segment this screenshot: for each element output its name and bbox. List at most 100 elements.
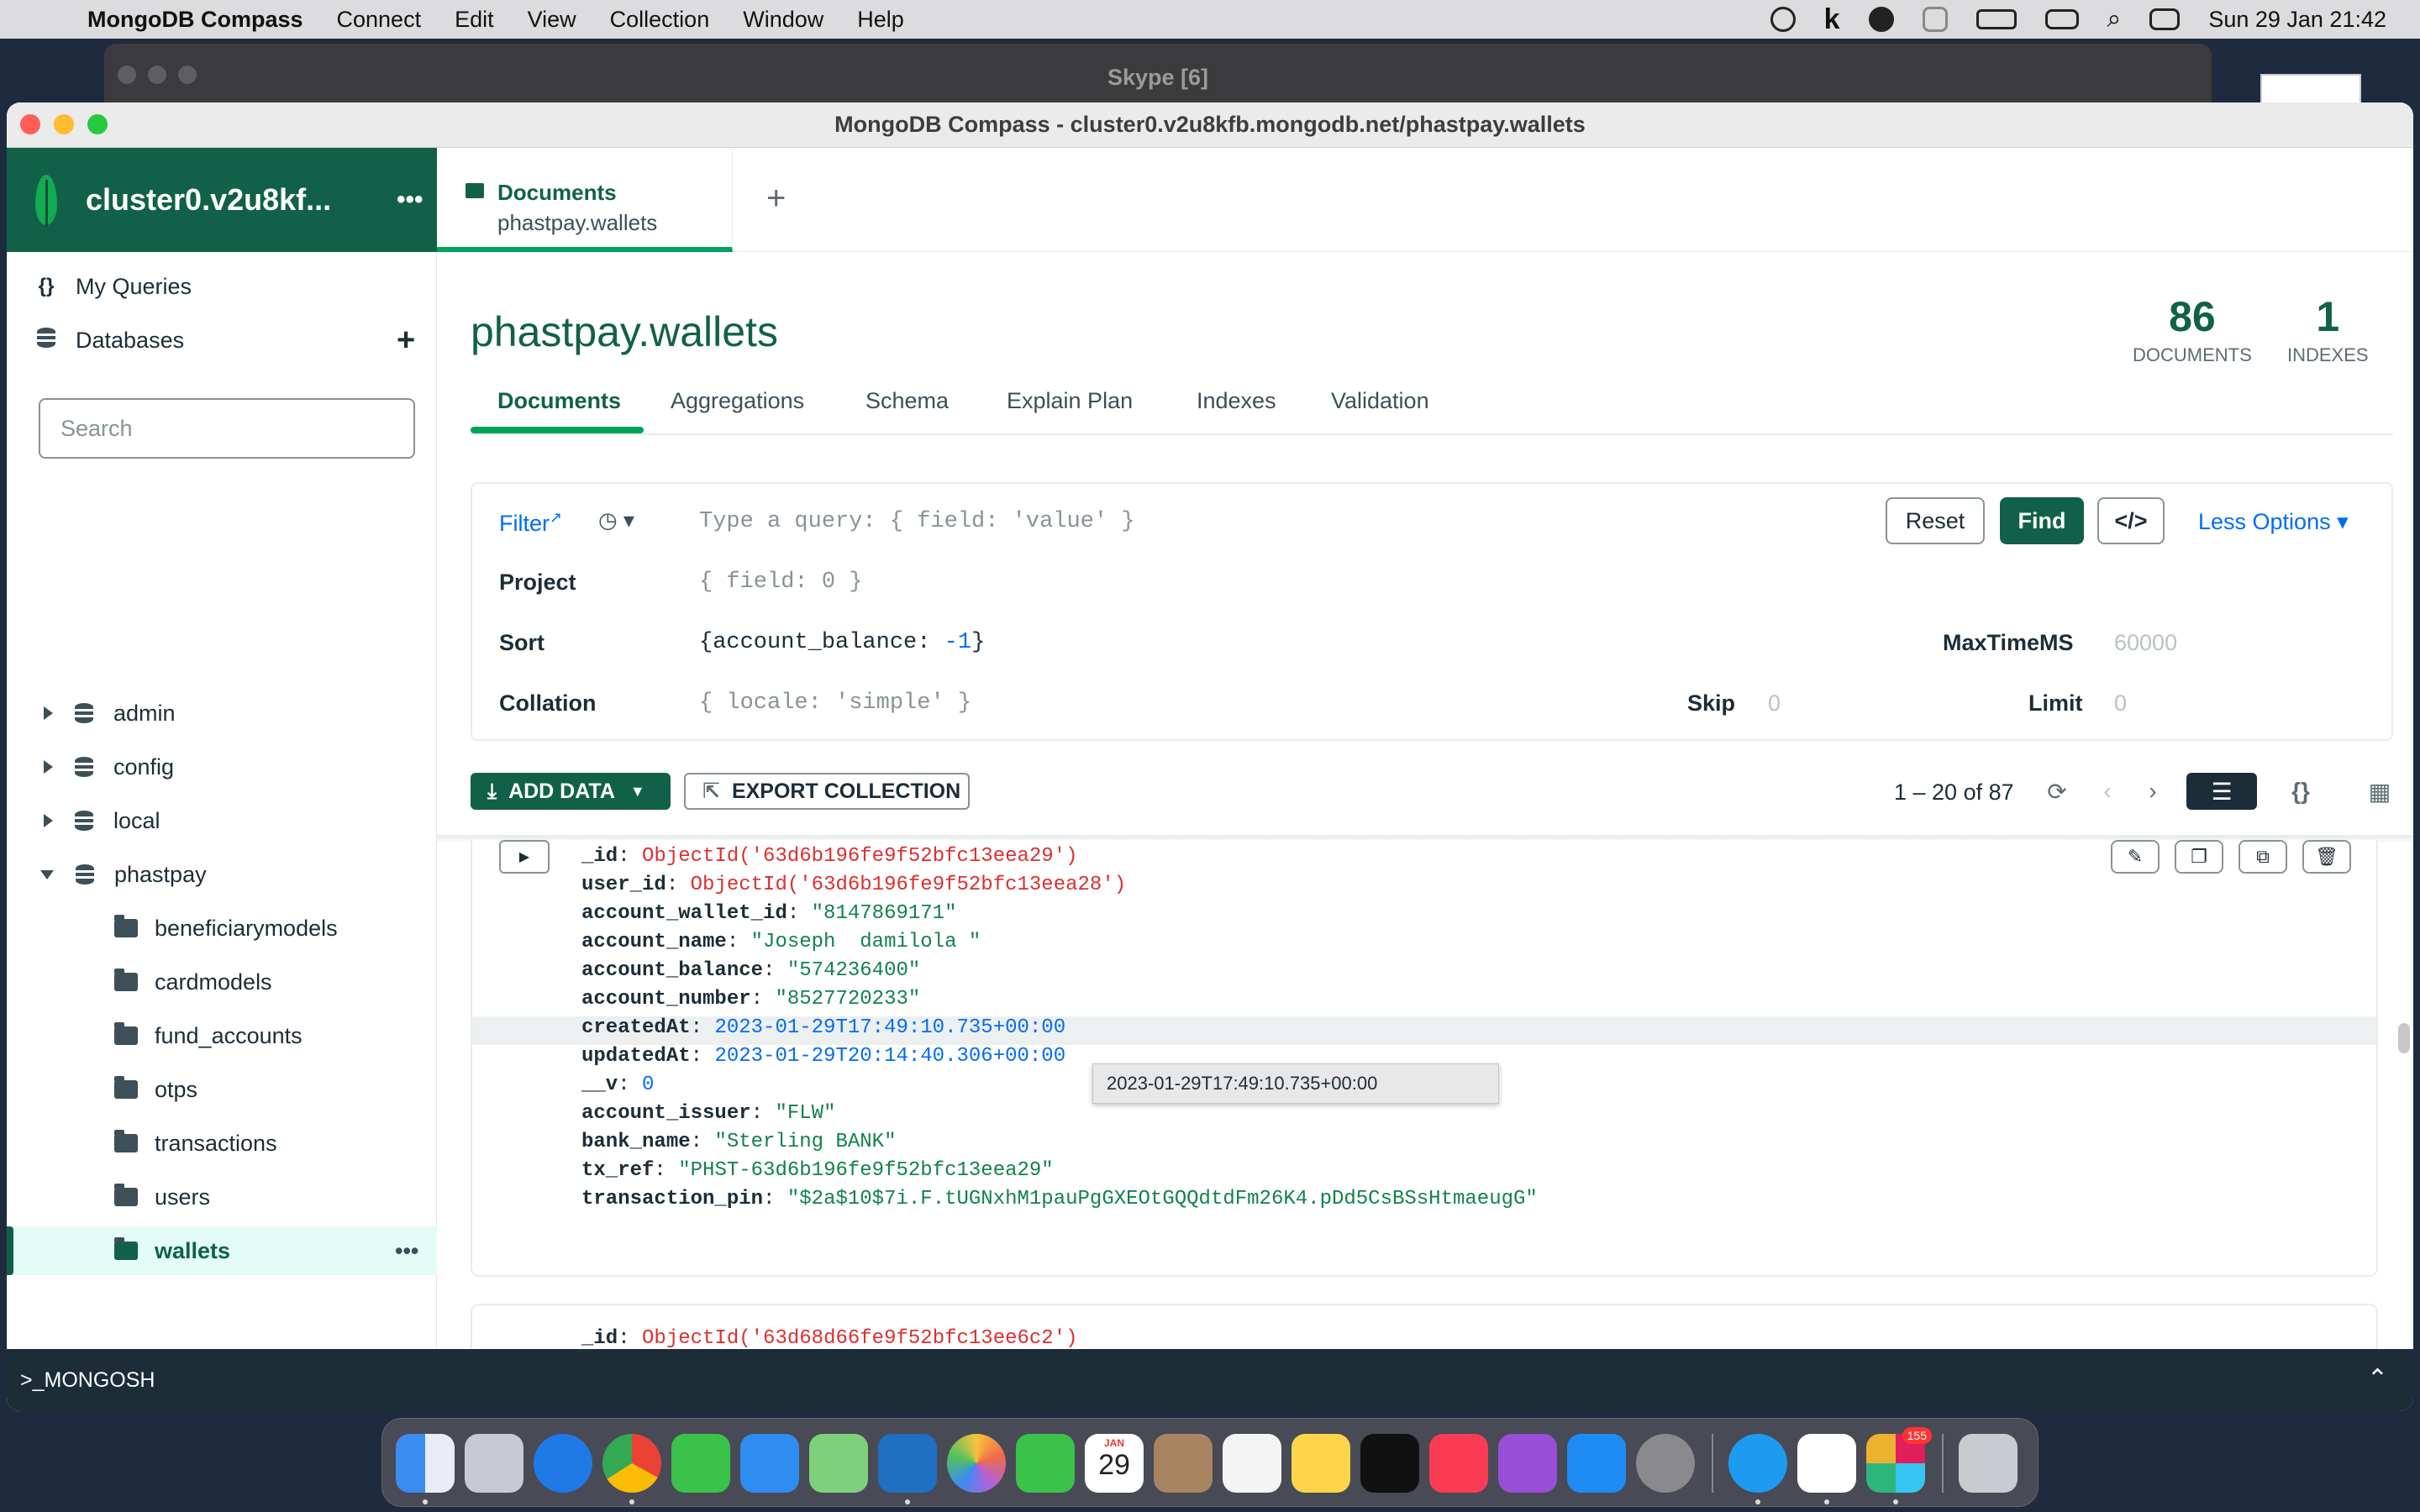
caret-right-icon[interactable] bbox=[44, 706, 53, 720]
zoom-window-button[interactable] bbox=[87, 114, 108, 134]
caret-down-icon[interactable] bbox=[40, 869, 54, 879]
sidebar-collection-cardmodels[interactable]: cardmodels bbox=[7, 958, 437, 1006]
new-tab-button[interactable]: + bbox=[766, 180, 786, 218]
field-account-name[interactable]: account_name: "Joseph damilola " bbox=[581, 931, 981, 953]
field-updated-at[interactable]: updatedAt: 2023-01-29T20:14:40.306+00:00 bbox=[581, 1045, 1065, 1068]
export-code-button[interactable]: </> bbox=[2097, 497, 2165, 544]
clone-document-icon[interactable]: ⧉ bbox=[2238, 840, 2287, 874]
safari-icon[interactable] bbox=[534, 1434, 592, 1493]
refresh-icon[interactable]: ⟳ bbox=[2040, 773, 2074, 810]
sort-input[interactable]: {account_balance: -1} bbox=[699, 630, 985, 655]
sidebar-collection-beneficiarymodels[interactable]: beneficiarymodels bbox=[7, 904, 437, 953]
status-circle-icon[interactable] bbox=[1868, 7, 1894, 32]
mongodb-compass-icon[interactable] bbox=[1797, 1434, 1856, 1493]
vscode-icon[interactable] bbox=[878, 1434, 937, 1493]
copy-document-icon[interactable]: ❐ bbox=[2175, 840, 2223, 874]
messages-icon[interactable] bbox=[671, 1434, 730, 1493]
background-window[interactable]: Skype [6] bbox=[104, 44, 2212, 111]
sidebar-collection-fund-accounts[interactable]: fund_accounts bbox=[7, 1011, 437, 1060]
app-store-icon[interactable] bbox=[1567, 1434, 1626, 1493]
reset-button[interactable]: Reset bbox=[1886, 497, 1985, 544]
search-icon[interactable]: ⌕ bbox=[2107, 5, 2122, 34]
cluster-header[interactable]: cluster0.v2u8kf... ••• bbox=[7, 148, 437, 252]
chrome-icon[interactable] bbox=[602, 1434, 661, 1493]
collation-input[interactable]: { locale: 'simple' } bbox=[699, 690, 971, 716]
edit-document-icon[interactable]: ✎ bbox=[2111, 840, 2160, 874]
caret-right-icon[interactable] bbox=[44, 760, 53, 774]
subtab-validation[interactable]: Validation bbox=[1331, 388, 1429, 414]
filter-input[interactable]: Type a query: { field: 'value' } bbox=[699, 509, 1134, 534]
menu-collection[interactable]: Collection bbox=[610, 7, 710, 33]
field-user-id[interactable]: user_id: ObjectId('63d6b196fe9f52bfc13ee… bbox=[581, 874, 1126, 896]
sidebar-collection-otps[interactable]: otps bbox=[7, 1065, 437, 1114]
sidebar-item-config[interactable]: config bbox=[7, 743, 437, 791]
scrollbar-thumb[interactable] bbox=[2398, 1023, 2410, 1053]
slack-icon[interactable]: 155 bbox=[1866, 1427, 1932, 1493]
menu-edit[interactable]: Edit bbox=[455, 7, 494, 33]
sidebar-item-admin[interactable]: admin bbox=[7, 689, 437, 738]
query-history-icon[interactable]: ◷ ▾ bbox=[598, 507, 634, 533]
sidebar-collection-users[interactable]: users bbox=[7, 1173, 437, 1221]
filter-label[interactable]: Filter↗ bbox=[499, 509, 562, 537]
finder-icon[interactable] bbox=[396, 1434, 455, 1493]
collection-more-button[interactable]: ••• bbox=[395, 1238, 418, 1264]
field-bank-name[interactable]: bank_name: "Sterling BANK" bbox=[581, 1131, 896, 1153]
music-icon[interactable] bbox=[1429, 1434, 1488, 1493]
field-version[interactable]: __v: 0 bbox=[581, 1074, 654, 1096]
trash-icon[interactable] bbox=[1959, 1434, 2018, 1493]
system-settings-icon[interactable] bbox=[1636, 1434, 1695, 1493]
status-app-icon[interactable] bbox=[1770, 7, 1796, 32]
menu-view[interactable]: View bbox=[528, 7, 576, 33]
skip-input[interactable]: 0 bbox=[1768, 690, 1781, 717]
menu-app-name[interactable]: MongoDB Compass bbox=[87, 7, 303, 33]
control-center-icon[interactable] bbox=[2149, 8, 2181, 30]
cluster-more-button[interactable]: ••• bbox=[397, 186, 424, 214]
sidebar-item-databases[interactable]: Databases + bbox=[7, 316, 437, 365]
tab-documents[interactable]: Documents phastpay.wallets bbox=[437, 148, 733, 252]
menu-connect[interactable]: Connect bbox=[337, 7, 422, 33]
add-data-button[interactable]: ⤓ ADD DATA ▼ bbox=[471, 773, 671, 810]
calendar-icon[interactable]: JAN 29 bbox=[1085, 1434, 1144, 1493]
less-options-toggle[interactable]: Less Options ▾ bbox=[2198, 509, 2349, 535]
subtab-schema[interactable]: Schema bbox=[865, 388, 949, 414]
sidebar-item-phastpay[interactable]: phastpay bbox=[7, 850, 437, 899]
field-tx-ref[interactable]: tx_ref: "PHST-63d6b196fe9f52bfc13eea29" bbox=[581, 1159, 1054, 1182]
apple-tv-icon[interactable] bbox=[1360, 1434, 1419, 1493]
sidebar-item-local[interactable]: local bbox=[7, 796, 437, 845]
klack-icon[interactable]: k bbox=[1824, 3, 1840, 36]
json-view-button[interactable]: {} bbox=[2265, 773, 2336, 810]
maps-icon[interactable] bbox=[809, 1434, 868, 1493]
contacts-icon[interactable] bbox=[1154, 1434, 1213, 1493]
maxtimems-input[interactable]: 60000 bbox=[2114, 630, 2177, 656]
notes-icon[interactable] bbox=[1292, 1434, 1350, 1493]
facetime-icon[interactable] bbox=[1016, 1434, 1075, 1493]
close-window-button[interactable] bbox=[20, 114, 40, 134]
field-account-number[interactable]: account_number: "8527720233" bbox=[581, 988, 920, 1011]
mail-icon[interactable] bbox=[740, 1434, 799, 1493]
field-id[interactable]: _id: ObjectId('63d68d66fe9f52bfc13ee6c2'… bbox=[581, 1327, 1078, 1350]
skype-icon[interactable] bbox=[1728, 1434, 1787, 1493]
subtab-explain-plan[interactable]: Explain Plan bbox=[1007, 388, 1133, 414]
previous-page-icon[interactable]: ‹ bbox=[2091, 773, 2124, 810]
minimize-window-button[interactable] bbox=[54, 114, 74, 134]
field-transaction-pin[interactable]: transaction_pin: "$2a$10$7i.F.tUGNxhM1pa… bbox=[581, 1188, 1538, 1210]
launchpad-icon[interactable] bbox=[465, 1434, 523, 1493]
table-view-button[interactable]: ▦ bbox=[2344, 773, 2413, 810]
list-view-button[interactable]: ☰ bbox=[2186, 773, 2257, 810]
find-button[interactable]: Find bbox=[2000, 497, 2084, 544]
menubar-datetime[interactable]: Sun 29 Jan 21:42 bbox=[2208, 7, 2386, 33]
podcasts-icon[interactable] bbox=[1498, 1434, 1557, 1493]
field-account-wallet-id[interactable]: account_wallet_id: "8147869171" bbox=[581, 902, 956, 925]
next-page-icon[interactable]: › bbox=[2136, 773, 2170, 810]
expand-document-button[interactable]: ▶ bbox=[499, 840, 550, 874]
photos-icon[interactable] bbox=[947, 1434, 1006, 1493]
subtab-aggregations[interactable]: Aggregations bbox=[671, 388, 804, 414]
mongosh-bar[interactable]: >_MONGOSH ⌃ bbox=[7, 1349, 2413, 1411]
sidebar-item-my-queries[interactable]: {} My Queries bbox=[7, 262, 437, 311]
battery-icon[interactable] bbox=[1975, 9, 2017, 29]
sidebar-search-input[interactable]: Search bbox=[39, 398, 415, 459]
limit-input[interactable]: 0 bbox=[2114, 690, 2127, 717]
subtab-indexes[interactable]: Indexes bbox=[1197, 388, 1276, 414]
screen-icon[interactable] bbox=[1922, 7, 1948, 32]
sidebar-collection-transactions[interactable]: transactions bbox=[7, 1119, 437, 1168]
